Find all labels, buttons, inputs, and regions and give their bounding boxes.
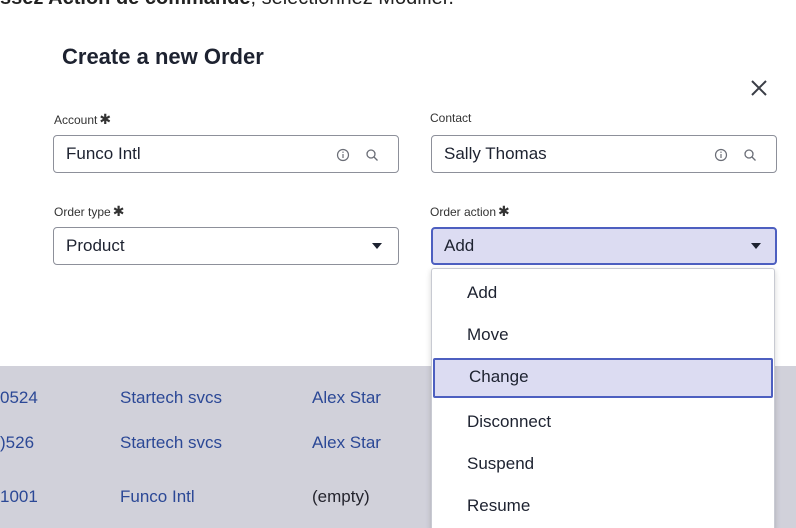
account-label: Account [54,113,98,127]
contact-field[interactable]: Sally Thomas [431,135,777,173]
instruction-text: ssez Action de commande, sélectionnez Mo… [0,0,454,10]
info-icon[interactable] [714,147,728,162]
search-icon[interactable] [743,147,757,161]
instruction-rest: , sélectionnez Modifier. [250,0,453,9]
order-type-value: Product [66,236,125,255]
option-resume[interactable]: Resume [432,487,774,527]
order-action-value: Add [444,236,475,255]
modal-title: Create a new Order [62,44,264,69]
account-value: Funco Intl [66,144,141,163]
option-disconnect[interactable]: Disconnect [432,403,774,443]
account-label-wrap: Account ✱ [54,111,111,128]
option-suspend[interactable]: Suspend [432,445,774,485]
contact-value: Sally Thomas [444,144,547,163]
account-field[interactable]: Funco Intl [53,135,399,173]
required-mark: ✱ [112,203,125,219]
order-action-label-wrap: Order action ✱ [430,203,510,220]
option-change[interactable]: Change [433,358,773,398]
option-move[interactable]: Move [432,316,774,356]
order-action-select[interactable]: Add [431,227,777,265]
info-icon[interactable] [336,147,350,162]
order-type-label: Order type [54,205,111,219]
caret-down-icon [372,243,382,249]
contact-label-wrap: Contact [430,111,471,125]
order-action-label: Order action [430,205,497,219]
contact-label: Contact [430,111,472,125]
caret-down-icon [751,243,761,249]
order-type-select[interactable]: Product [53,227,399,265]
option-add[interactable]: Add [432,274,774,314]
order-type-label-wrap: Order type ✱ [54,203,124,220]
close-icon[interactable] [745,74,773,102]
search-icon[interactable] [365,147,379,161]
order-action-dropdown: Add Move Change Disconnect Suspend Resum… [431,268,775,528]
required-mark: ✱ [498,203,510,219]
instruction-bold: ssez Action de commande [0,0,250,9]
required-mark: ✱ [99,111,112,127]
screen: ssez Action de commande, sélectionnez Mo… [0,0,796,528]
